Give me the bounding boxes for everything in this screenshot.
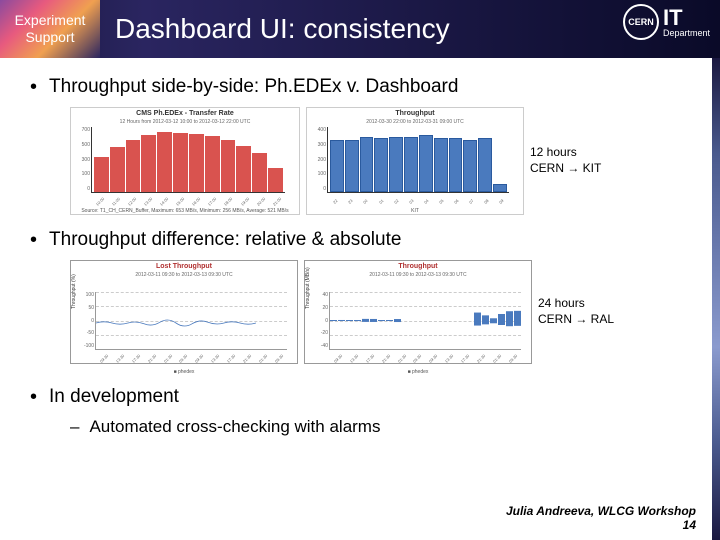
- chart1-caption: Source: T1_CH_CERN_Buffer, Maximum: 653 …: [71, 207, 299, 215]
- chart2-xticks: 222300010203040506070809: [328, 199, 509, 204]
- chart4-legend: ■ phedex: [305, 368, 531, 376]
- chart4-bars: [330, 292, 521, 349]
- cern-dept-label: Department: [663, 29, 710, 38]
- header-badge: Experiment Support: [0, 0, 100, 58]
- cern-it-label: IT: [663, 7, 710, 29]
- cern-logo: CERN IT Department: [623, 4, 710, 40]
- annotation-2-line1: 24 hours: [538, 296, 614, 312]
- chart1-yticks: 7005003001000: [74, 127, 90, 192]
- chart4-title: Throughput: [305, 261, 531, 272]
- chart4-xticks: 09:3013:3017:3021:3001:3005:3009:3013:30…: [330, 356, 521, 361]
- bullet-2-text: Throughput difference: relative & absolu…: [49, 229, 401, 252]
- chart2-bars: [328, 127, 509, 192]
- chart2-title: Throughput: [307, 108, 523, 119]
- chart1-body: 7005003001000 10:0011:0012:0013:0014:001…: [91, 127, 285, 193]
- annotation-2-line2: CERN → RAL: [538, 312, 614, 328]
- chart1-bars: [92, 127, 285, 192]
- chart3-title: Lost Throughput: [71, 261, 297, 272]
- chart4-body: 40200-20-40 Throughput (MB/s) 09:3013:30…: [329, 292, 521, 350]
- slide-title: Dashboard UI: consistency: [115, 13, 450, 45]
- charts-row-2: Lost Throughput 2012-03-11 09:30 to 2012…: [70, 260, 690, 364]
- footer-author: Julia Andreeva, WLCG Workshop: [506, 504, 696, 518]
- chart3-ylabel: Throughput (%): [71, 274, 77, 309]
- annotation-1: 12 hours CERN → KIT: [530, 145, 601, 176]
- chart2-subtitle: 2012-03-30 22:00 to 2012-03-31 09:00 UTC: [307, 119, 523, 125]
- chart1-subtitle: 12 Hours from 2012-03-12 10:00 to 2012-0…: [71, 119, 299, 125]
- chart4-yticks: 40200-20-40: [312, 292, 328, 349]
- bullet-3-sub-text: Automated cross-checking with alarms: [89, 417, 380, 437]
- bullet-3-text: In development: [49, 386, 179, 409]
- chart4-ylabel: Throughput (MB/s): [305, 267, 311, 309]
- chart2-body: 4003002001000 222300010203040506070809: [327, 127, 509, 193]
- bullet-2: Throughput difference: relative & absolu…: [30, 229, 690, 252]
- bullet-1-text: Throughput side-by-side: Ph.EDEx v. Dash…: [49, 76, 458, 99]
- chart-phedex-rate: CMS Ph.EDEx - Transfer Rate 12 Hours fro…: [70, 107, 300, 215]
- slide-header: Experiment Support Dashboard UI: consist…: [0, 0, 720, 58]
- chart3-line-icon: [96, 319, 256, 327]
- cern-badge-icon: CERN: [623, 4, 659, 40]
- chart1-title: CMS Ph.EDEx - Transfer Rate: [71, 108, 299, 119]
- chart-throughput-diff: Throughput 2012-03-11 09:30 to 2012-03-1…: [304, 260, 532, 364]
- chart3-xticks: 09:3013:3017:3021:3001:3005:3009:3013:30…: [96, 356, 287, 361]
- chart3-body: 100500-50-100 Throughput (%) 09:3013:301…: [95, 292, 287, 350]
- annotation-1-line2: CERN → KIT: [530, 161, 601, 177]
- badge-line2: Support: [25, 29, 74, 46]
- badge-line1: Experiment: [15, 12, 86, 29]
- right-accent-strip: [712, 58, 720, 540]
- slide-footer: Julia Andreeva, WLCG Workshop 14: [506, 504, 696, 532]
- slide-content: Throughput side-by-side: Ph.EDEx v. Dash…: [0, 58, 720, 437]
- cern-logo-text: IT Department: [663, 7, 710, 38]
- chart2-legend: KIT: [307, 207, 523, 215]
- bullet-3-sub: Automated cross-checking with alarms: [70, 417, 690, 437]
- chart1-xticks: 10:0011:0012:0013:0014:0015:0016:0017:00…: [92, 199, 285, 204]
- annotation-2: 24 hours CERN → RAL: [538, 296, 614, 327]
- chart3-legend: ■ phedex: [71, 368, 297, 376]
- bullet-3: In development: [30, 386, 690, 409]
- annotation-1-line1: 12 hours: [530, 145, 601, 161]
- charts-row-1: CMS Ph.EDEx - Transfer Rate 12 Hours fro…: [70, 107, 690, 215]
- bullet-1: Throughput side-by-side: Ph.EDEx v. Dash…: [30, 76, 690, 99]
- chart4-subtitle: 2012-03-11 09:30 to 2012-03-13 09:30 UTC: [305, 272, 531, 278]
- chart-dashboard-throughput: Throughput 2012-03-30 22:00 to 2012-03-3…: [306, 107, 524, 215]
- chart3-yticks: 100500-50-100: [78, 292, 94, 349]
- chart-lost-throughput: Lost Throughput 2012-03-11 09:30 to 2012…: [70, 260, 298, 364]
- chart3-subtitle: 2012-03-11 09:30 to 2012-03-13 09:30 UTC: [71, 272, 297, 278]
- chart2-yticks: 4003002001000: [310, 127, 326, 192]
- footer-page: 14: [506, 518, 696, 532]
